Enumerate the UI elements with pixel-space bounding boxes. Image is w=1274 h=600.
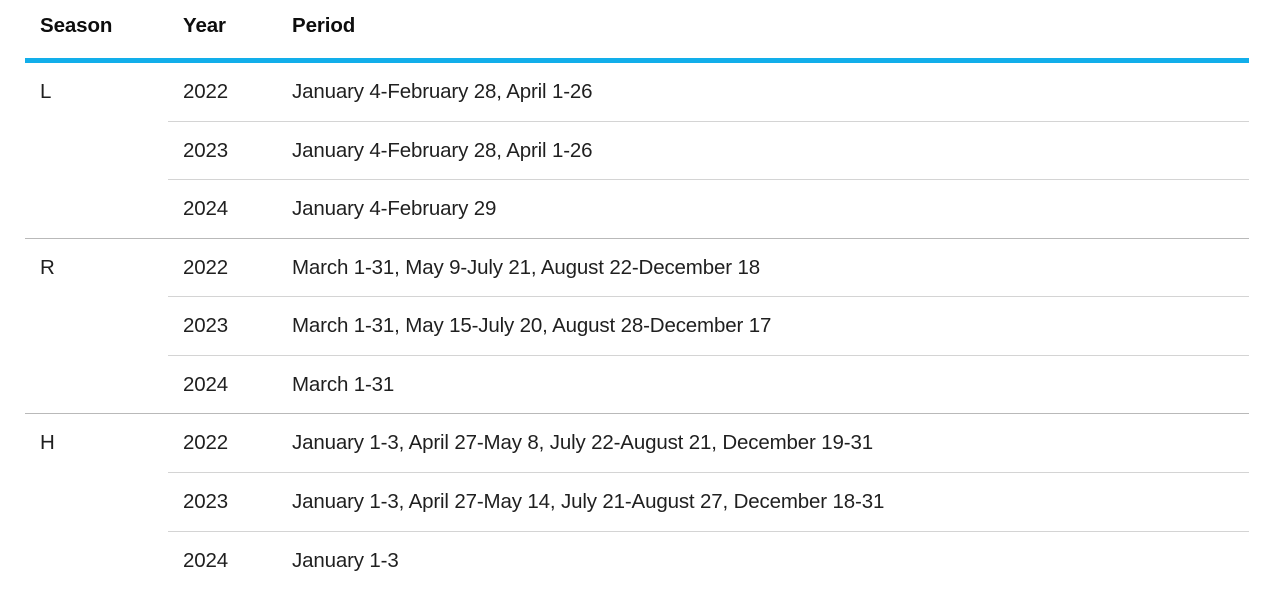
table-row: 2023 March 1-31, May 15-July 20, August 2… [25, 296, 1249, 356]
cell-year: 2023 [168, 296, 280, 356]
cell-season: H [25, 413, 168, 473]
cell-period: March 1-31 [280, 354, 1249, 414]
cell-year: 2022 [183, 80, 229, 103]
cell-year: 2024 [168, 530, 280, 590]
cell-season [25, 297, 168, 356]
cell-period: January 1-3 [280, 530, 1249, 590]
season-period-table-container: Season Year Period L 2022 January 4-Februa… [0, 0, 1274, 590]
cell-period: January 4-February 28, April 1-26 [280, 120, 1249, 180]
cell-season [25, 180, 168, 239]
table-row: L 2022 January 4-February 28, April 1-26 [25, 63, 1249, 121]
cell-season [25, 355, 168, 414]
table-header: Season Year Period [25, 14, 1249, 63]
table-row: 2023 January 4-February 28, April 1-26 [25, 120, 1249, 180]
table-header-row: Season Year Period [25, 14, 1249, 58]
table-row: 2024 January 1-3 [25, 530, 1249, 590]
table-row: R 2022 March 1-31, May 9-July 21, August 2… [25, 237, 1249, 297]
table-row: H 2022 January 1-3, April 27-May 8, July 2… [25, 413, 1249, 473]
column-header-year: Year [183, 14, 226, 37]
cell-period: January 4-February 28, April 1-26 [292, 80, 593, 103]
cell-season [25, 121, 168, 180]
cell-year: 2023 [168, 471, 280, 531]
column-header-period: Period [292, 14, 356, 37]
table-body: L 2022 January 4-February 28, April 1-26 20… [25, 63, 1249, 590]
table-row: 2024 January 4-February 29 [25, 179, 1249, 239]
cell-season: L [40, 80, 52, 103]
cell-year: 2022 [168, 237, 280, 297]
cell-season [25, 531, 168, 589]
cell-period: March 1-31, May 15-July 20, August 28-De… [280, 296, 1249, 356]
season-period-table: Season Year Period L 2022 January 4-Februa… [25, 14, 1249, 590]
table-row: 2023 January 1-3, April 27-May 14, July 2… [25, 471, 1249, 531]
cell-year: 2023 [168, 120, 280, 180]
cell-period: January 1-3, April 27-May 8, July 22-Aug… [280, 413, 1249, 473]
column-header-season: Season [40, 14, 113, 37]
cell-season [25, 472, 168, 531]
cell-period: January 1-3, April 27-May 14, July 21-Au… [280, 471, 1249, 531]
cell-period: January 4-February 29 [280, 179, 1249, 239]
table-row: 2024 March 1-31 [25, 354, 1249, 414]
cell-year: 2022 [168, 413, 280, 473]
cell-period: March 1-31, May 9-July 21, August 22-Dec… [280, 237, 1249, 297]
cell-season: R [25, 237, 168, 297]
cell-year: 2024 [168, 354, 280, 414]
cell-year: 2024 [168, 179, 280, 239]
